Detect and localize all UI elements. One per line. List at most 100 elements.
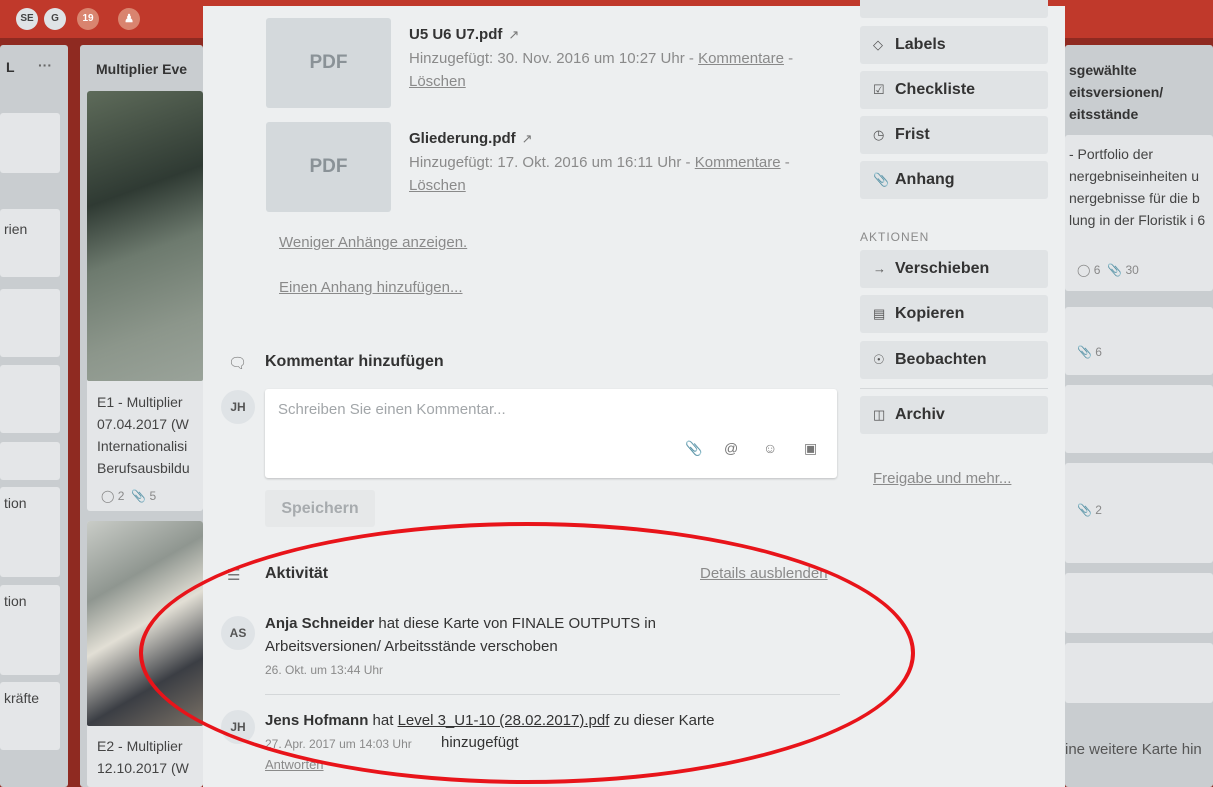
labels-button[interactable]: ◇ Labels [860, 26, 1048, 64]
add-card-link[interactable]: ine weitere Karte hin [1065, 741, 1202, 758]
card-link-icon[interactable]: ▣ [804, 440, 817, 457]
button-label: Verschieben [895, 260, 990, 277]
attachment-filename[interactable]: U5 U6 U7.pdf [409, 26, 502, 43]
list-title[interactable]: Multiplier Eve [96, 61, 187, 77]
activity-time[interactable]: 27. Apr. 2017 um 14:03 Uhr [265, 737, 412, 751]
attachment-count: 6 [1095, 345, 1102, 359]
member-count-badge[interactable]: 19 [77, 8, 99, 30]
sidebar-button-top[interactable] [860, 0, 1048, 18]
attachment-thumbnail[interactable]: PDF [266, 18, 391, 108]
member-avatar[interactable]: SE [16, 8, 38, 30]
list-title[interactable]: sgewählte eitsversionen/ eitsstände [1069, 59, 1209, 125]
paperclip-icon: 📎 [1077, 345, 1092, 359]
checklist-button[interactable]: ☑ Checkliste [860, 71, 1048, 109]
list-title[interactable]: L [6, 59, 15, 75]
checklist-icon: ☑ [873, 82, 885, 97]
card-label: rien [4, 221, 28, 237]
list-item[interactable] [0, 289, 60, 357]
paperclip-icon: 📎 [1077, 503, 1092, 517]
comment-section-title: Kommentar hinzufügen [265, 353, 444, 370]
external-link-icon[interactable]: ↗ [522, 131, 533, 146]
button-label: Kopieren [895, 305, 965, 322]
due-date-button[interactable]: ◷ Frist [860, 116, 1048, 154]
list-item[interactable]: E2 - Multiplier 12.10.2017 (W [87, 521, 203, 787]
card-cover-image [87, 91, 203, 381]
activity-user[interactable]: Anja Schneider [265, 615, 374, 632]
attachment-count: 2 [1095, 503, 1102, 517]
member-avatar[interactable]: G [44, 8, 66, 30]
list-item[interactable] [1065, 573, 1213, 633]
attachment-button[interactable]: 📎 Anhang [860, 161, 1048, 199]
list-item[interactable]: tion [0, 585, 60, 675]
card-badges: 📎 2 [1077, 503, 1102, 517]
card-badges: ◯ 2 📎 5 [101, 489, 156, 503]
attachment-meta: Hinzugefügt: 30. Nov. 2016 um 10:27 Uhr … [409, 50, 794, 90]
archive-button[interactable]: ◫ Archiv [860, 396, 1048, 434]
show-fewer-attachments-link[interactable]: Weniger Anhänge anzeigen. [279, 234, 467, 251]
external-link-icon[interactable]: ↗ [508, 27, 519, 42]
list-item[interactable]: rien [0, 209, 60, 277]
list-item[interactable]: kräfte [0, 682, 60, 750]
avatar[interactable]: AS [221, 616, 255, 650]
add-attachment-link[interactable]: Einen Anhang hinzufügen... [279, 279, 463, 296]
paperclip-icon: 📎 [1107, 263, 1123, 277]
list-item[interactable]: tion [0, 487, 60, 577]
emoji-icon[interactable]: ☺ [763, 440, 777, 456]
comments-link[interactable]: Kommentare [695, 154, 781, 171]
share-link[interactable]: Freigabe und mehr... [873, 470, 1011, 487]
comment-icon: ◯ [101, 489, 115, 503]
card-label: kräfte [4, 690, 40, 706]
attachment-link[interactable]: Level 3_U1-10 (28.02.2017).pdf [398, 712, 610, 729]
attachment-name[interactable]: Gliederung.pdf ↗ [409, 130, 533, 147]
mention-icon[interactable]: @ [724, 440, 738, 456]
tag-icon: ◇ [873, 37, 883, 52]
watch-button[interactable]: ☉ Beobachten [860, 341, 1048, 379]
paperclip-icon: 📎 [131, 489, 147, 503]
comments-link[interactable]: Kommentare [698, 50, 784, 67]
hide-details-link[interactable]: Details ausblenden [700, 565, 828, 582]
attachment-name[interactable]: U5 U6 U7.pdf ↗ [409, 26, 519, 43]
card-title: E2 - Multiplier 12.10.2017 (W [97, 738, 189, 776]
avatar[interactable]: JH [221, 390, 255, 424]
reply-link[interactable]: Antworten [265, 757, 324, 772]
move-button[interactable]: → Verschieben [860, 250, 1048, 288]
copy-icon: ▤ [873, 306, 886, 321]
card-badges: 📎 6 [1077, 345, 1102, 359]
attachment-thumbnail[interactable]: PDF [266, 122, 391, 212]
attachment-filename[interactable]: Gliederung.pdf [409, 130, 516, 147]
delete-link[interactable]: Löschen [409, 73, 466, 90]
person-add-icon[interactable]: ♟ [118, 8, 140, 30]
comment-count: 2 [117, 489, 125, 503]
avatar[interactable]: JH [221, 710, 255, 744]
list-item[interactable] [0, 365, 60, 433]
paperclip-icon: 📎 [873, 172, 890, 187]
list-item[interactable]: 📎 6 [1065, 307, 1213, 375]
list-item[interactable]: E1 - Multiplier 07.04.2017 (W Internatio… [87, 91, 203, 511]
comment-icon: 🗨 [228, 355, 248, 372]
button-label: Labels [895, 36, 946, 53]
paperclip-icon[interactable]: 📎 [685, 440, 702, 457]
list-item[interactable] [0, 442, 60, 480]
save-button[interactable]: Speichern [265, 490, 375, 527]
activity-text: hinzugefügt [441, 734, 519, 751]
card-badges: ◯ 6 📎 30 [1077, 263, 1139, 277]
delete-link[interactable]: Löschen [409, 177, 466, 194]
list-item[interactable] [1065, 643, 1213, 703]
comment-input[interactable]: Schreiben Sie einen Kommentar... 📎 @ ☺ ▣ [265, 389, 837, 478]
copy-button[interactable]: ▤ Kopieren [860, 295, 1048, 333]
button-label: Frist [895, 126, 930, 143]
arrow-right-icon: → [873, 261, 886, 276]
activity-section-title: Aktivität [265, 565, 329, 582]
activity-time[interactable]: 26. Okt. um 13:44 Uhr [265, 663, 383, 677]
divider [860, 388, 1048, 389]
list-menu-icon[interactable]: ··· [38, 57, 52, 73]
attachment-date: Hinzugefügt: 17. Okt. 2016 um 16:11 Uhr [409, 154, 682, 171]
list-multiplier: Multiplier Eve E1 - Multiplier 07.04.201… [80, 45, 203, 787]
attachment-meta: Hinzugefügt: 17. Okt. 2016 um 16:11 Uhr … [409, 154, 790, 194]
list-item[interactable] [0, 113, 60, 173]
list-item[interactable]: 📎 2 [1065, 463, 1213, 563]
activity-user[interactable]: Jens Hofmann [265, 712, 368, 729]
list-item[interactable] [1065, 385, 1213, 453]
archive-icon: ◫ [873, 407, 886, 422]
list-item[interactable]: - Portfolio der nergebniseinheiten u ner… [1065, 135, 1213, 291]
